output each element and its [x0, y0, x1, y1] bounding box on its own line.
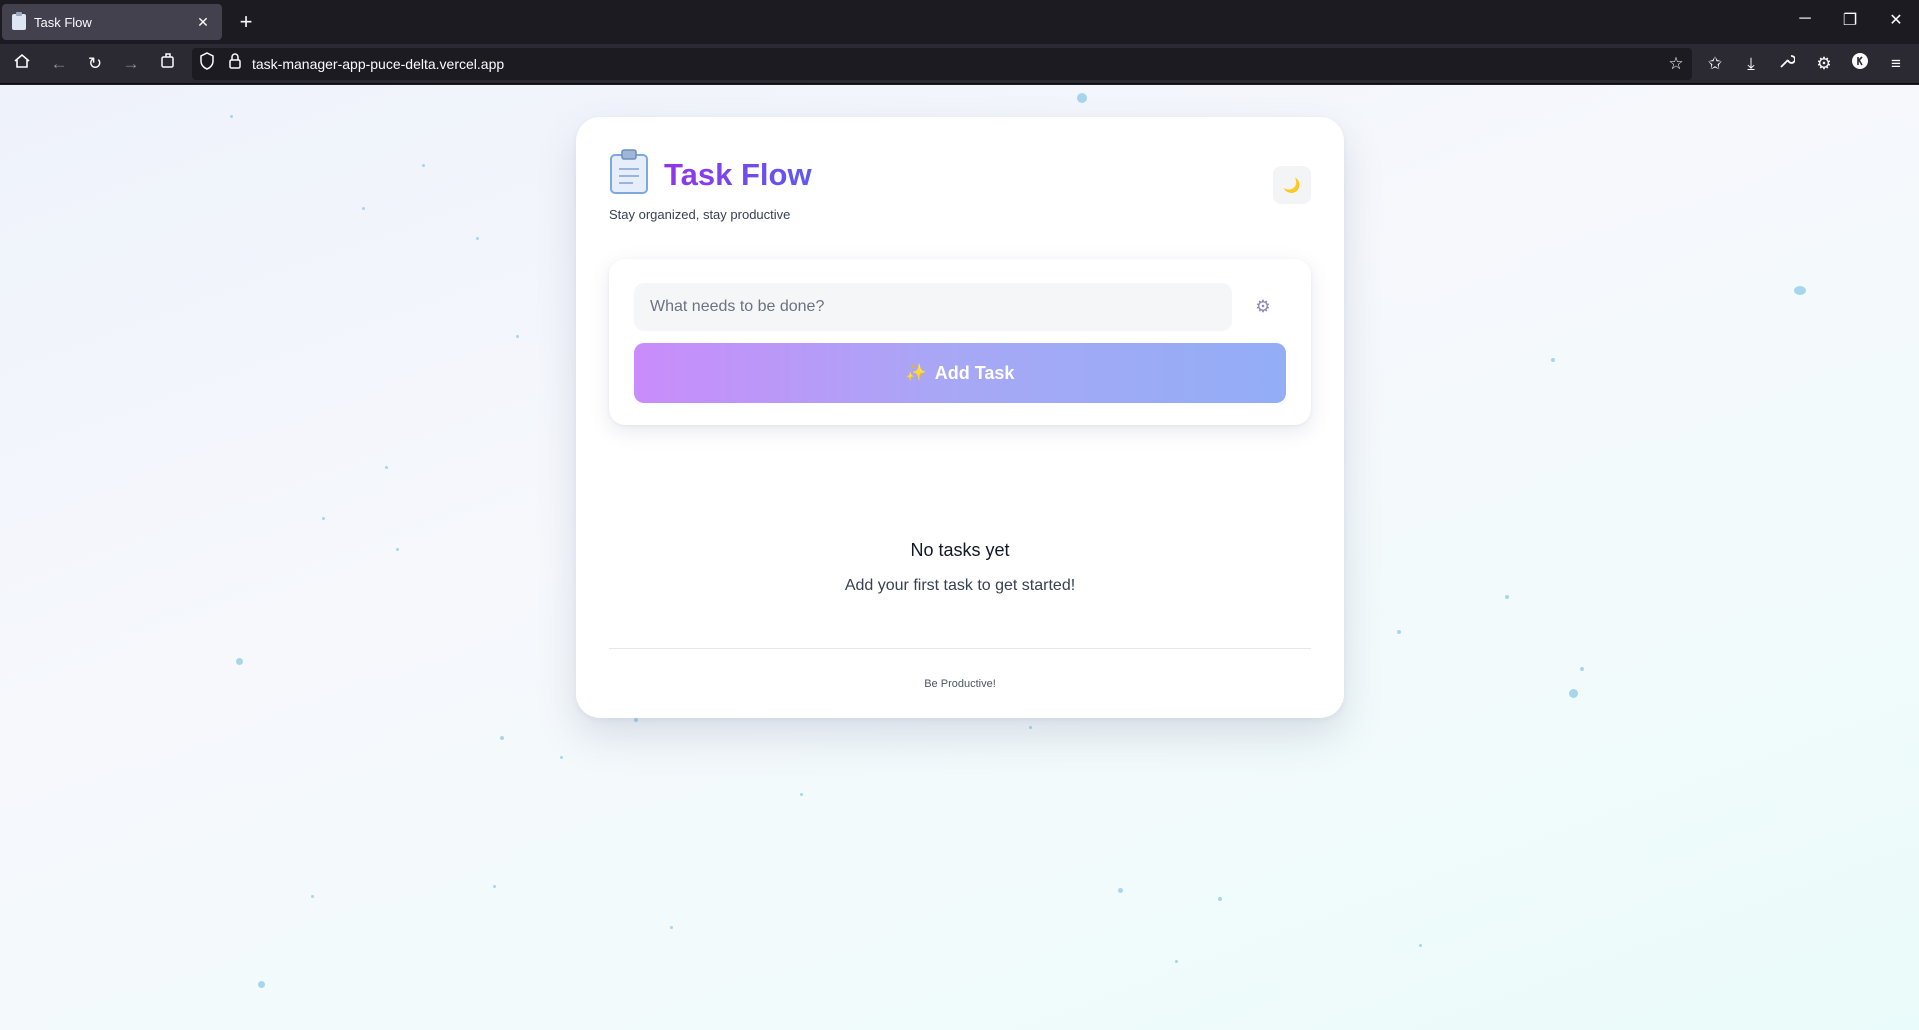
clipboard-favicon-icon — [12, 12, 26, 30]
particle — [500, 736, 504, 740]
particle — [800, 793, 803, 796]
particle — [396, 548, 399, 551]
add-task-panel: ⚙ ✨ Add Task — [609, 259, 1311, 425]
url-text[interactable]: task-manager-app-puce-delta.vercel.app — [252, 56, 504, 72]
empty-state-title: No tasks yet — [910, 540, 1010, 560]
particle — [1580, 667, 1584, 671]
particle — [1077, 93, 1087, 103]
particle — [1569, 689, 1578, 698]
particle — [634, 718, 638, 722]
particle — [322, 517, 325, 520]
settings-gear-icon[interactable]: ⚙ — [1812, 52, 1836, 76]
tab-title: Task Flow — [34, 14, 92, 30]
particle — [516, 335, 519, 338]
particle — [1551, 358, 1555, 362]
new-tab-button[interactable]: + — [234, 10, 258, 34]
particle — [1397, 630, 1401, 634]
particle — [236, 658, 243, 665]
browser-tab-bar: Task Flow ✕ + ─ ❐ ✕ — [0, 0, 1919, 44]
browser-tab[interactable]: Task Flow ✕ — [2, 4, 222, 40]
minimize-window-icon[interactable]: ─ — [1793, 10, 1817, 28]
particle — [1175, 960, 1178, 963]
particle — [493, 885, 496, 888]
particle — [1218, 897, 1222, 901]
particle — [258, 981, 265, 988]
page-background: Task Flow Stay organized, stay productiv… — [0, 85, 1919, 1030]
bookmark-star-icon[interactable]: ☆ — [1664, 52, 1688, 76]
shield-icon[interactable] — [195, 52, 219, 76]
particle — [1505, 595, 1509, 599]
task-app-card: Task Flow Stay organized, stay productiv… — [576, 117, 1344, 718]
particle — [385, 466, 388, 469]
gear-icon[interactable]: ⚙ — [1251, 295, 1275, 319]
task-input[interactable] — [634, 283, 1232, 331]
sparkles-icon: ✨ — [905, 363, 927, 382]
particle — [560, 756, 563, 759]
restore-window-icon[interactable]: ❐ — [1838, 10, 1862, 30]
close-window-icon[interactable]: ✕ — [1884, 10, 1908, 30]
particle — [1118, 888, 1123, 893]
bookmarks-menu-icon[interactable]: ✩ — [1703, 52, 1727, 76]
particle — [422, 164, 425, 167]
lock-icon[interactable] — [223, 52, 247, 76]
particle — [230, 115, 233, 118]
app-title: Task Flow — [664, 157, 812, 192]
particle — [476, 237, 479, 240]
footer-divider — [609, 648, 1311, 649]
clipboard-logo-icon — [610, 149, 648, 194]
tools-wrench-icon[interactable] — [1775, 52, 1799, 76]
empty-state-subtitle: Add your first task to get started! — [844, 577, 1076, 594]
add-task-label: Add Task — [934, 362, 1015, 383]
extensions-icon[interactable] — [156, 52, 180, 76]
particle — [1419, 944, 1422, 947]
moon-icon: 🌙 — [1283, 177, 1301, 193]
particle — [311, 895, 314, 898]
app-subtitle: Stay organized, stay productive — [609, 207, 791, 222]
downloads-icon[interactable]: ⤓ — [1739, 52, 1763, 76]
add-task-button[interactable]: ✨ Add Task — [634, 343, 1286, 403]
browser-nav-bar: ← ↻ → task-manager-app-puce-delta.vercel… — [0, 44, 1919, 84]
particle — [670, 926, 673, 929]
back-icon[interactable]: ← — [47, 52, 71, 76]
tab-close-icon[interactable]: ✕ — [194, 14, 212, 31]
hamburger-menu-icon[interactable]: ≡ — [1884, 52, 1908, 76]
reload-icon[interactable]: ↻ — [83, 52, 107, 76]
particle — [362, 207, 365, 210]
particle — [1029, 726, 1032, 729]
home-icon[interactable] — [10, 52, 34, 76]
theme-toggle-button[interactable]: 🌙 — [1273, 166, 1311, 204]
particle — [1794, 286, 1806, 295]
account-avatar-icon[interactable] — [1848, 52, 1872, 76]
forward-icon[interactable]: → — [119, 52, 143, 76]
footer-text: Be Productive! — [924, 678, 996, 690]
